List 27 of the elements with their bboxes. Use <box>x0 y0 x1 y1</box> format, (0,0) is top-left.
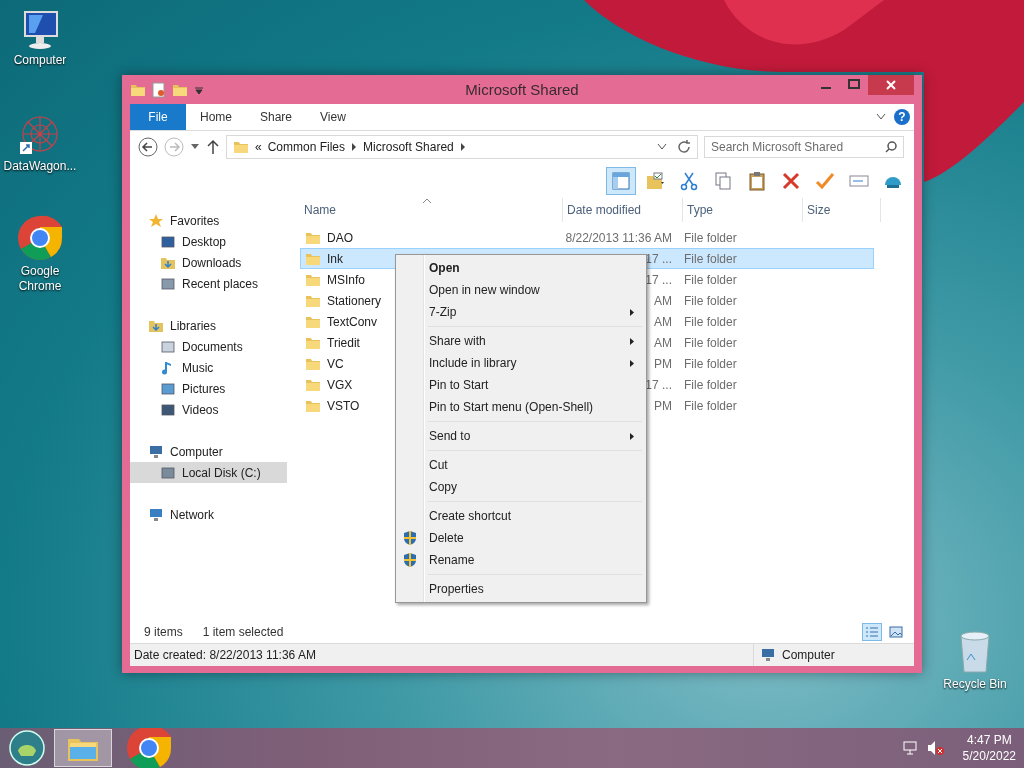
type-cell: File folder <box>684 335 737 350</box>
shortcut-label: Computer <box>13 53 67 68</box>
date-cell: 17 ... <box>645 377 672 392</box>
date-cell: PM <box>654 398 672 413</box>
date-cell: PM <box>654 356 672 371</box>
shortcut-label: DataWagon... <box>3 159 77 174</box>
date-cell: 17 ... <box>645 272 672 287</box>
shortcut-label: Google Chrome <box>17 264 63 294</box>
type-cell: File folder <box>684 377 737 392</box>
type-cell: File folder <box>684 314 737 329</box>
type-cell: File folder <box>684 398 737 413</box>
date-cell: AM <box>654 335 672 350</box>
date-cell: AM <box>654 314 672 329</box>
window-title: Microsoft Shared <box>465 81 579 98</box>
date-cell: 17 ... <box>645 251 672 266</box>
selection-count: 1 item selected <box>202 624 284 639</box>
type-cell: File folder <box>684 230 737 245</box>
shortcut-label: Recycle Bin <box>943 677 1007 692</box>
type-cell: File folder <box>684 272 737 287</box>
type-cell: File folder <box>684 251 737 266</box>
date-cell: AM <box>654 293 672 308</box>
item-count: 9 items <box>144 624 183 639</box>
type-cell: File folder <box>684 293 737 308</box>
date-created: Date created: 8/22/2013 11:36 AM <box>134 648 316 662</box>
date-cell: 8/22/2013 11:36 AM <box>565 230 672 245</box>
type-cell: File folder <box>684 356 737 371</box>
location-label: Computer <box>782 648 835 662</box>
